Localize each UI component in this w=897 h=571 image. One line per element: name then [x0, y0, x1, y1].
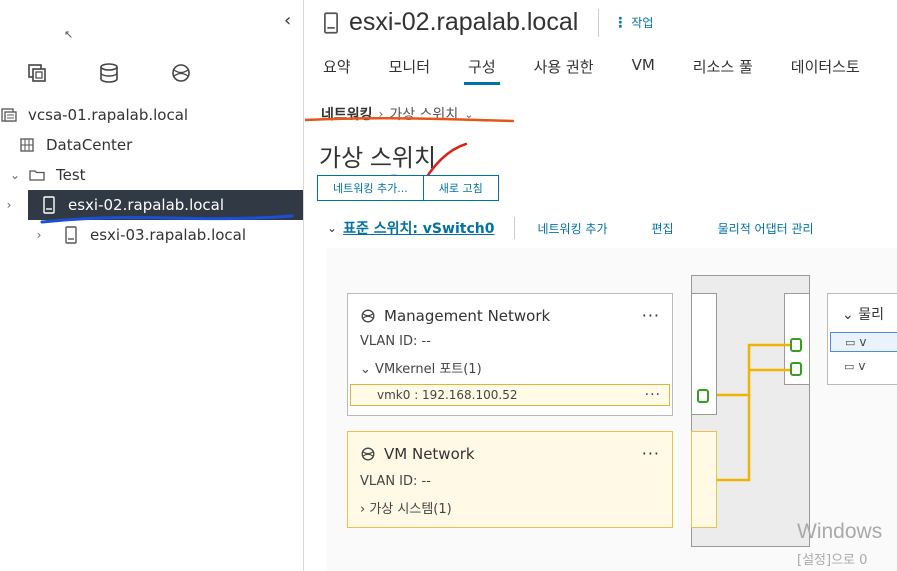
main-content: esxi-02.rapalab.local ⋮ 작업 요약 모니터 구성 사용 …: [305, 0, 897, 571]
chevron-right-icon[interactable]: ›: [32, 228, 46, 242]
vswitch-title-link[interactable]: 표준 스위치: vSwitch0: [343, 218, 494, 238]
physical-adapter-row[interactable]: ▭ v: [830, 356, 897, 376]
inventory-view-switcher: [24, 60, 194, 86]
portgroup-management-network[interactable]: Management Network ··· VLAN ID: -- ⌄ VMk…: [347, 293, 673, 416]
host-icon: [62, 226, 80, 244]
hosts-clusters-view-icon[interactable]: [24, 60, 50, 86]
more-options-icon[interactable]: ···: [642, 306, 660, 325]
uplink-port-icon[interactable]: [790, 362, 802, 376]
physical-adapter-label: v: [858, 359, 866, 373]
physical-adapters-header[interactable]: ⌄ 물리: [842, 304, 884, 324]
vmkernel-ports-toggle[interactable]: ⌄ VMkernel 포트(1): [360, 358, 482, 377]
network-icon: [361, 447, 375, 460]
networking-view-icon[interactable]: [168, 60, 194, 86]
vmk0-label: vmk0 : 192.168.100.52: [377, 388, 518, 402]
physical-adapters-title: 물리: [858, 307, 884, 323]
windows-activation-watermark: Windows: [797, 520, 883, 543]
virtual-machines-toggle[interactable]: › 가상 시스템(1): [360, 498, 452, 517]
portgroup-header: Management Network ···: [360, 306, 660, 325]
chevron-down-icon[interactable]: ⌄: [327, 221, 337, 235]
chevron-right-icon[interactable]: ›: [2, 198, 16, 212]
nic-icon: ▭: [845, 335, 856, 349]
portgroup-header: VM Network ···: [360, 444, 660, 463]
portgroup-vm-network[interactable]: VM Network ··· VLAN ID: -- › 가상 시스템(1): [347, 431, 673, 528]
physical-adapter-row[interactable]: ▭ v: [830, 332, 897, 352]
vswitch-edit-link[interactable]: 편집: [652, 220, 674, 237]
tab-monitor[interactable]: 모니터: [389, 56, 430, 85]
tree-item-vcenter[interactable]: vcsa-01.rapalab.local: [0, 100, 303, 130]
nic-icon: ▭: [844, 359, 855, 373]
chevron-down-icon: ⌄: [360, 362, 371, 377]
object-header: esxi-02.rapalab.local ⋮ 작업: [323, 8, 653, 37]
page-title-host: esxi-02.rapalab.local: [349, 8, 579, 36]
vswitch-header: ⌄ 표준 스위치: vSwitch0 네트워킹 추가 편집 물리적 어댑터 관리: [327, 213, 897, 243]
tab-permissions[interactable]: 사용 권한: [534, 56, 594, 85]
tree-item-datacenter[interactable]: DataCenter: [0, 130, 303, 160]
tree-item-folder-test[interactable]: ⌄ Test: [0, 160, 303, 190]
portgroup-name: VM Network: [384, 444, 475, 463]
physical-adapter-label: v: [859, 335, 867, 349]
vertical-dots-icon: ⋮: [613, 14, 628, 31]
collapse-sidebar-icon[interactable]: ‹: [284, 10, 291, 31]
toolbar-buttons: 네트워킹 추가... 새로 고침: [317, 175, 499, 201]
vcenter-icon: [0, 106, 18, 124]
tree-item-label: Test: [56, 166, 86, 184]
chevron-down-icon: ⌄: [842, 307, 854, 323]
tree-item-label: esxi-03.rapalab.local: [90, 226, 247, 244]
inventory-sidebar: ‹ ↖ vcsa-01.rapalab.local DataCenter ⌄ T…: [0, 0, 304, 571]
vswitch-manage-adapters-link[interactable]: 물리적 어댑터 관리: [718, 220, 814, 237]
vmkernel-ports-label: VMkernel 포트(1): [375, 362, 482, 377]
vswitch-divider: [514, 217, 516, 239]
portgroup-vlan: VLAN ID: --: [360, 474, 431, 489]
header-divider: [598, 8, 600, 37]
vswitch-link-lines: [717, 343, 795, 482]
object-tabs: 요약 모니터 구성 사용 권한 VM 리소스 풀 데이터스토: [323, 56, 897, 85]
refresh-button[interactable]: 새로 고침: [423, 175, 499, 201]
add-networking-button[interactable]: 네트워킹 추가...: [317, 175, 424, 201]
tab-datastores[interactable]: 데이터스토: [791, 56, 860, 85]
host-icon: [324, 11, 338, 34]
vswitch-add-networking-link[interactable]: 네트워킹 추가: [537, 220, 607, 237]
portgroup-name: Management Network: [384, 306, 551, 325]
virtual-machines-label: 가상 시스템(1): [369, 502, 452, 517]
windows-activation-watermark-sub: [설정]으로 0: [797, 553, 868, 568]
tree-item-label: vcsa-01.rapalab.local: [28, 106, 189, 124]
tree-item-label: DataCenter: [46, 136, 133, 154]
chevron-down-icon[interactable]: ⌄: [8, 168, 22, 182]
uplink-port-icon[interactable]: [790, 338, 802, 352]
tab-vms[interactable]: VM: [632, 56, 655, 85]
actions-menu-button[interactable]: ⋮ 작업: [613, 14, 653, 31]
tab-resource-pools[interactable]: 리소스 풀: [693, 56, 753, 85]
portgroup-vlan: VLAN ID: --: [360, 334, 431, 349]
orange-annotation-underline: [305, 116, 515, 123]
mouse-cursor-icon: ↖: [64, 28, 74, 41]
tab-configure[interactable]: 구성: [464, 56, 500, 85]
actions-label: 작업: [631, 16, 654, 30]
chevron-right-icon: ›: [360, 502, 366, 517]
inventory-tree: vcsa-01.rapalab.local DataCenter ⌄ Test …: [0, 100, 303, 250]
folder-icon: [28, 166, 46, 184]
more-options-icon[interactable]: ···: [642, 444, 660, 463]
blue-annotation-underline: [40, 214, 294, 224]
storage-view-icon[interactable]: [96, 60, 122, 86]
vmkernel-port-icon[interactable]: [697, 389, 709, 403]
vmk0-port-row[interactable]: vmk0 : 192.168.100.52 ···: [350, 384, 670, 406]
tab-summary[interactable]: 요약: [323, 56, 351, 85]
network-icon: [361, 309, 375, 322]
physical-adapters-panel: ⌄ 물리 ▭ v ▭ v: [827, 293, 897, 385]
more-options-icon[interactable]: ···: [645, 387, 661, 403]
datacenter-icon: [18, 136, 36, 154]
